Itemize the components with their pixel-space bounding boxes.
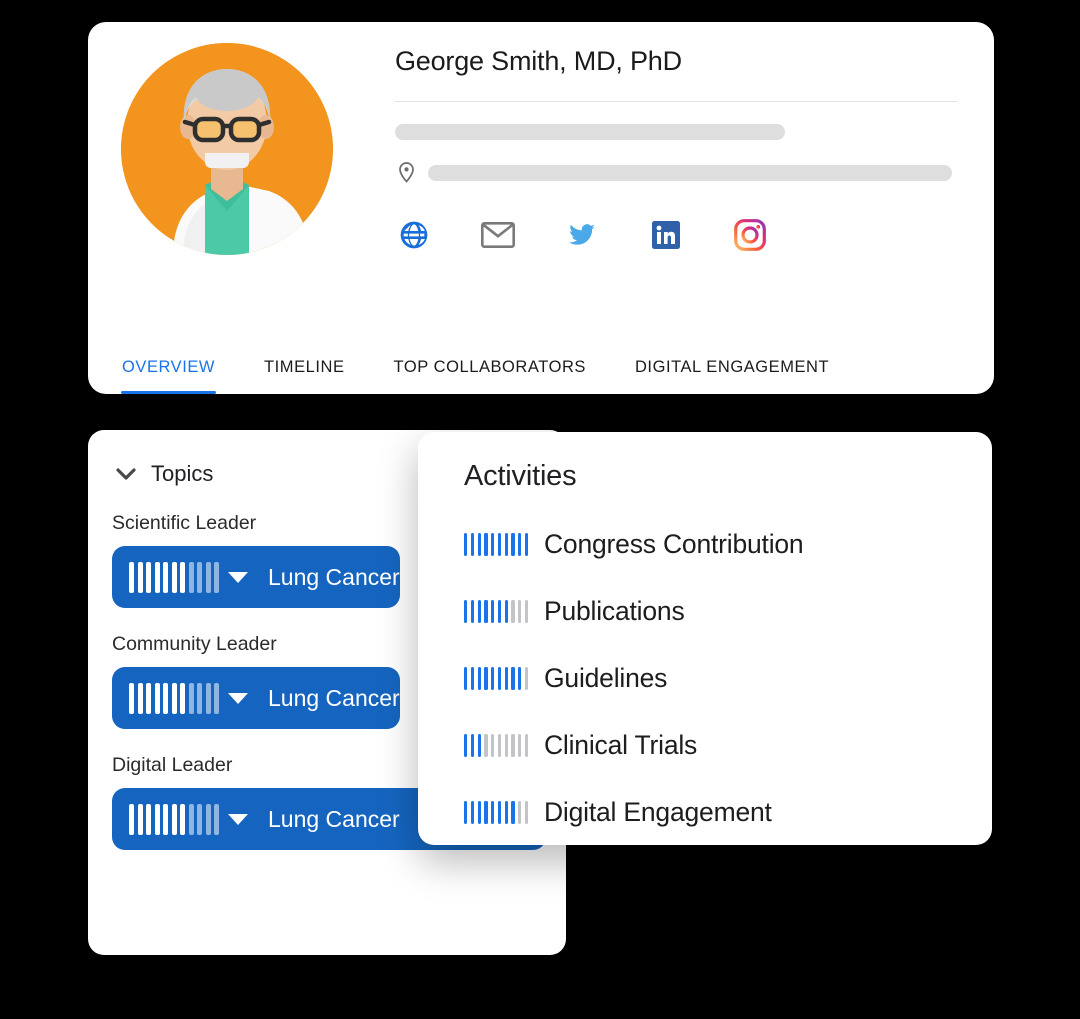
activity-meter-icon [464,533,528,556]
website-icon[interactable] [395,216,433,254]
placeholder-bar [395,124,785,140]
chevron-down-icon[interactable] [228,693,248,704]
topic-pill-community-leader[interactable]: Lung Cancer [112,667,400,729]
topics-title: Topics [151,461,213,487]
avatar [121,43,333,255]
activities-list: Congress Contribution Publications Guide… [418,493,992,846]
profile-header: George Smith, MD, PhD [88,22,994,322]
page-title: George Smith, MD, PhD [395,44,962,78]
activity-meter-icon [464,801,528,824]
chevron-down-icon[interactable] [228,572,248,583]
activity-label: Publications [544,596,685,627]
instagram-icon[interactable] [731,216,769,254]
activity-meter-icon [464,600,528,623]
twitter-icon[interactable] [563,216,601,254]
activity-meter-icon [464,734,528,757]
email-icon[interactable] [479,216,517,254]
topic-meter-icon [129,562,219,593]
topic-meter-icon [129,804,219,835]
placeholder-row-location [395,162,962,183]
chevron-down-icon[interactable] [114,462,138,486]
profile-tabs: OVERVIEW TIMELINE TOP COLLABORATORS DIGI… [88,322,994,394]
list-item[interactable]: Publications [464,578,992,645]
profile-card: George Smith, MD, PhD [88,22,994,394]
activities-panel: Activities Congress Contribution Publica… [418,432,992,845]
social-links [395,216,962,254]
activity-label: Guidelines [544,663,667,694]
placeholder-bar [428,165,952,181]
activity-label: Congress Contribution [544,529,803,560]
activity-label: Digital Engagement [544,797,772,828]
chevron-down-icon[interactable] [228,814,248,825]
divider [395,101,957,102]
activity-meter-icon [464,667,528,690]
topic-pill-label: Lung Cancer [268,564,400,591]
activities-title: Activities [418,432,992,493]
linkedin-icon[interactable] [647,216,685,254]
topic-pill-label: Lung Cancer [268,806,400,833]
tab-overview[interactable]: OVERVIEW [121,358,216,394]
location-pin-icon [395,162,417,183]
profile-info: George Smith, MD, PhD [395,44,962,254]
topic-meter-icon [129,683,219,714]
activity-label: Clinical Trials [544,730,697,761]
list-item[interactable]: Clinical Trials [464,712,992,779]
screen-root: George Smith, MD, PhD [0,0,1080,1019]
list-item[interactable]: Congress Contribution [464,511,992,578]
placeholder-row-1 [395,124,962,140]
list-item[interactable]: Digital Engagement [464,779,992,846]
tab-digital-engagement[interactable]: DIGITAL ENGAGEMENT [634,358,830,394]
tab-timeline[interactable]: TIMELINE [263,358,346,394]
list-item[interactable]: Guidelines [464,645,992,712]
topic-pill-scientific-leader[interactable]: Lung Cancer [112,546,400,608]
doctor-avatar-icon [121,43,333,255]
topic-pill-label: Lung Cancer [268,685,400,712]
tab-top-collaborators[interactable]: TOP COLLABORATORS [393,358,587,394]
